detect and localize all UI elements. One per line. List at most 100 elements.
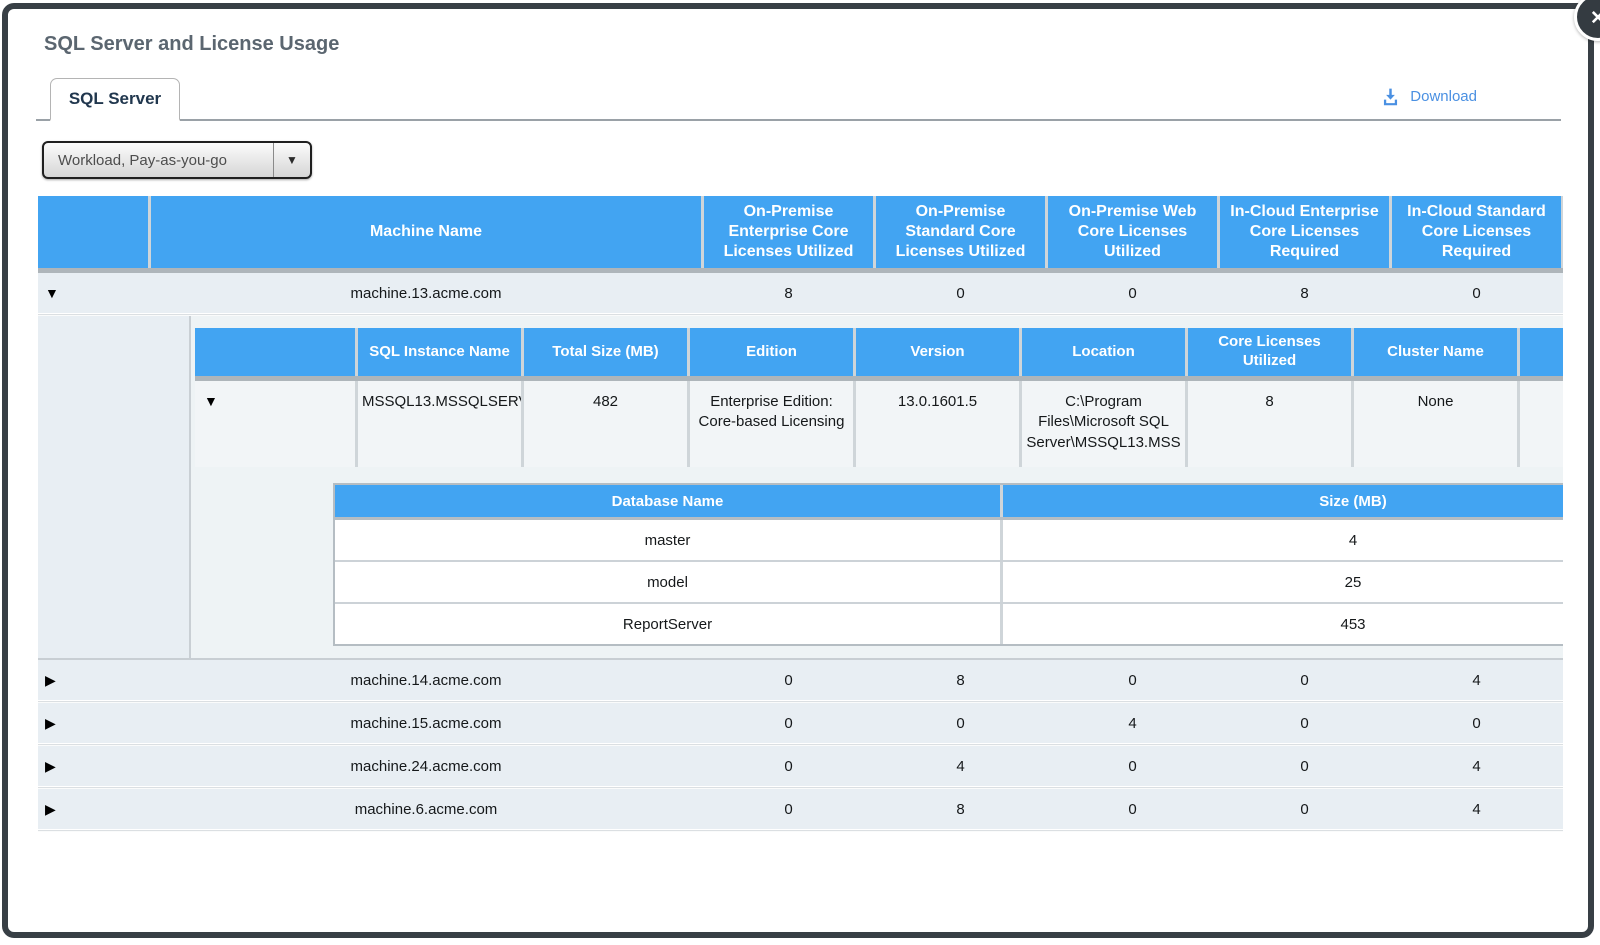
download-icon	[1380, 86, 1401, 107]
onprem-enterprise-cell: 0	[704, 660, 873, 700]
column-header-incloud-standard: In-Cloud Standard Core Licenses Required	[1392, 196, 1561, 268]
machine-name-cell: machine.15.acme.com	[151, 703, 701, 743]
machine-name-cell: machine.13.acme.com	[151, 273, 701, 313]
machine-table-header: Machine Name On-Premise Enterprise Core …	[38, 196, 1563, 273]
incloud-enterprise-cell: 8	[1220, 273, 1389, 313]
screen: SQL Server and License Usage SQL Server …	[0, 0, 1600, 945]
total-size-cell: 482	[524, 381, 687, 467]
collapse-icon[interactable]: ▼	[195, 381, 355, 467]
dropdown-selected-value: Workload, Pay-as-you-go	[44, 152, 273, 169]
machine-13-expanded-section: SQL Instance Name Total Size (MB) Editio…	[38, 316, 1563, 660]
onprem-enterprise-cell: 0	[704, 703, 873, 743]
onprem-enterprise-cell: 0	[704, 746, 873, 786]
tab-label: SQL Server	[69, 89, 161, 109]
close-icon: ✕	[1590, 9, 1600, 28]
expanded-section-gutter	[38, 316, 191, 658]
tab-sql-server[interactable]: SQL Server	[50, 78, 180, 121]
page-title: SQL Server and License Usage	[44, 33, 1588, 56]
column-header-location: Location	[1022, 328, 1185, 376]
column-header-onprem-enterprise: On-Premise Enterprise Core Licenses Util…	[704, 196, 873, 268]
database-name-cell: ReportServer	[335, 604, 1000, 644]
column-header-database-name: Database Name	[335, 485, 1000, 517]
incloud-enterprise-cell: 0	[1220, 746, 1389, 786]
expander-column-header	[38, 196, 148, 268]
column-header-machine-name: Machine Name	[151, 196, 701, 268]
row-separator	[38, 829, 1563, 832]
expand-icon[interactable]: ▶	[38, 703, 148, 743]
column-header-clipped	[1520, 328, 1563, 376]
column-header-edition: Edition	[690, 328, 853, 376]
collapse-icon[interactable]: ▼	[38, 273, 148, 313]
chevron-down-icon: ▼	[274, 153, 310, 167]
table-row: ▶ machine.24.acme.com 0 4 0 0 4	[38, 746, 1563, 786]
table-row: ▶ machine.6.acme.com 0 8 0 0 4	[38, 789, 1563, 829]
onprem-web-cell: 0	[1048, 789, 1217, 829]
machine-name-cell: machine.6.acme.com	[151, 789, 701, 829]
column-header-version: Version	[856, 328, 1019, 376]
instance-table: SQL Instance Name Total Size (MB) Editio…	[191, 316, 1563, 658]
column-header-instance-name: SQL Instance Name	[358, 328, 521, 376]
column-header-size-mb: Size (MB)	[1003, 485, 1563, 517]
database-name-cell: master	[335, 520, 1000, 560]
sql-server-table: Machine Name On-Premise Enterprise Core …	[38, 196, 1563, 832]
table-row: ▼ machine.13.acme.com 8 0 0 8 0	[38, 273, 1563, 313]
instance-row: ▼ MSSQL13.MSSQLSERVER 482 Enterprise Edi…	[195, 381, 1563, 467]
column-header-onprem-standard: On-Premise Standard Core Licenses Utiliz…	[876, 196, 1045, 268]
column-header-core-licenses: Core Licenses Utilized	[1188, 328, 1351, 376]
incloud-enterprise-cell: 0	[1220, 703, 1389, 743]
onprem-web-cell: 0	[1048, 273, 1217, 313]
incloud-enterprise-cell: 0	[1220, 660, 1389, 700]
onprem-standard-cell: 8	[876, 789, 1045, 829]
tab-bar: SQL Server Download	[36, 76, 1561, 121]
column-header-cluster-name: Cluster Name	[1354, 328, 1517, 376]
version-cell: 13.0.1601.5	[856, 381, 1019, 467]
cluster-name-cell: None	[1354, 381, 1517, 467]
core-licenses-cell: 8	[1188, 381, 1351, 467]
database-table: Database Name Size (MB) master 4 model 2…	[333, 483, 1563, 646]
database-size-cell: 4	[1003, 520, 1563, 560]
location-cell: C:\Program Files\Microsoft SQL Server\MS…	[1022, 381, 1185, 467]
machine-name-cell: machine.14.acme.com	[151, 660, 701, 700]
incloud-standard-cell: 0	[1392, 273, 1561, 313]
database-name-cell: model	[335, 562, 1000, 602]
database-table-header: Database Name Size (MB)	[335, 485, 1563, 520]
column-header-incloud-enterprise: In-Cloud Enterprise Core Licenses Requir…	[1220, 196, 1389, 268]
clipped-cell	[1520, 381, 1563, 467]
report-panel: SQL Server and License Usage SQL Server …	[2, 3, 1594, 938]
onprem-enterprise-cell: 8	[704, 273, 873, 313]
download-label: Download	[1410, 88, 1477, 105]
machine-name-cell: machine.24.acme.com	[151, 746, 701, 786]
expander-column-header	[195, 328, 355, 376]
incloud-enterprise-cell: 0	[1220, 789, 1389, 829]
expand-icon[interactable]: ▶	[38, 789, 148, 829]
expand-icon[interactable]: ▶	[38, 746, 148, 786]
onprem-standard-cell: 0	[876, 703, 1045, 743]
incloud-standard-cell: 0	[1392, 703, 1561, 743]
database-row: ReportServer 453	[335, 604, 1563, 644]
database-size-cell: 453	[1003, 604, 1563, 644]
table-row: ▶ machine.14.acme.com 0 8 0 0 4	[38, 660, 1563, 700]
incloud-standard-cell: 4	[1392, 660, 1561, 700]
workload-dropdown[interactable]: Workload, Pay-as-you-go ▼	[42, 141, 312, 179]
incloud-standard-cell: 4	[1392, 789, 1561, 829]
column-header-total-size: Total Size (MB)	[524, 328, 687, 376]
onprem-standard-cell: 4	[876, 746, 1045, 786]
panel-content: SQL Server and License Usage SQL Server …	[8, 9, 1588, 932]
onprem-standard-cell: 8	[876, 660, 1045, 700]
edition-cell: Enterprise Edition: Core-based Licensing	[690, 381, 853, 467]
incloud-standard-cell: 4	[1392, 746, 1561, 786]
instance-table-header: SQL Instance Name Total Size (MB) Editio…	[195, 328, 1563, 381]
table-row: ▶ machine.15.acme.com 0 0 4 0 0	[38, 703, 1563, 743]
onprem-enterprise-cell: 0	[704, 789, 873, 829]
database-size-cell: 25	[1003, 562, 1563, 602]
onprem-web-cell: 0	[1048, 660, 1217, 700]
onprem-web-cell: 4	[1048, 703, 1217, 743]
download-button[interactable]: Download	[1380, 86, 1477, 107]
expand-icon[interactable]: ▶	[38, 660, 148, 700]
column-header-onprem-web: On-Premise Web Core Licenses Utilized	[1048, 196, 1217, 268]
instance-name-cell: MSSQL13.MSSQLSERVER	[358, 381, 521, 467]
onprem-standard-cell: 0	[876, 273, 1045, 313]
onprem-web-cell: 0	[1048, 746, 1217, 786]
database-row: model 25	[335, 562, 1563, 602]
database-row: master 4	[335, 520, 1563, 560]
